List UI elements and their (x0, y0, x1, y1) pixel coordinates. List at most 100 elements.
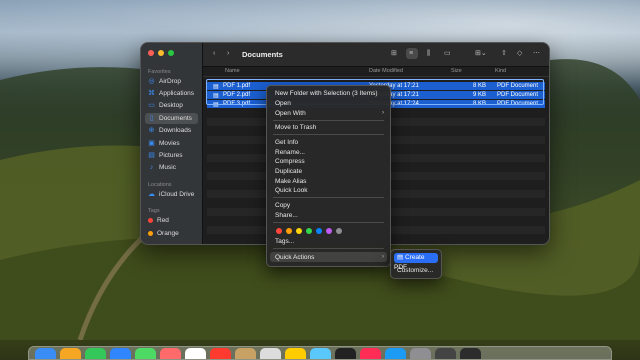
menu-separator (273, 134, 384, 135)
submenu-create-pdf[interactable]: ▤ Create PDF (394, 253, 438, 271)
dock-app-icon[interactable] (435, 348, 456, 359)
window-title: Documents (242, 50, 283, 59)
dock-app-icon[interactable] (410, 348, 431, 359)
sidebar-item-applications[interactable]: ⌘ Applications (145, 88, 198, 99)
menu-separator (273, 120, 384, 121)
sidebar-item-movies[interactable]: ▣ Movies (145, 138, 198, 149)
menu-open[interactable]: Open (275, 99, 291, 108)
airdrop-icon: ◎ (148, 78, 155, 85)
tag-color-picker (276, 228, 356, 234)
applications-icon: ⌘ (148, 90, 155, 97)
group-icon[interactable]: ⊞⌄ (475, 50, 487, 58)
sidebar-item-documents[interactable]: ▯ Documents (145, 113, 198, 124)
menu-separator (273, 248, 384, 249)
tag-icon[interactable]: ◇ (517, 50, 522, 58)
music-icon: ♪ (149, 164, 154, 171)
dock-app-icon[interactable] (235, 348, 256, 359)
menu-compress[interactable]: Compress (275, 157, 305, 166)
dock-app-icon[interactable] (85, 348, 106, 359)
dock-app-icon[interactable] (460, 348, 481, 359)
minimize-button[interactable] (158, 50, 164, 56)
tag-blue-dot[interactable] (316, 228, 322, 234)
menu-duplicate[interactable]: Duplicate (275, 167, 302, 176)
menu-quick-look[interactable]: Quick Look (275, 186, 308, 195)
desktop-icon: ▭ (148, 102, 155, 109)
close-button[interactable] (148, 50, 154, 56)
share-icon[interactable]: ⇧ (501, 50, 507, 58)
dock-app-icon[interactable] (310, 348, 331, 359)
submenu-chevron-icon: › (382, 254, 384, 260)
sidebar-item-airdrop[interactable]: ◎ AirDrop (145, 76, 198, 87)
column-date-modified[interactable]: Date Modified (369, 68, 403, 74)
dock-app-icon[interactable] (110, 348, 131, 359)
movies-icon: ▣ (148, 140, 155, 147)
column-name[interactable]: Name (225, 68, 240, 74)
sidebar-item-icloud-drive[interactable]: ☁ iCloud Drive (145, 189, 198, 200)
context-menu: New Folder with Selection (3 Items) Open… (266, 85, 391, 267)
menu-tags[interactable]: Tags... (275, 237, 294, 246)
menu-make-alias[interactable]: Make Alias (275, 177, 306, 186)
menu-copy[interactable]: Copy (275, 201, 290, 210)
dock (28, 346, 612, 360)
sidebar-item-pictures[interactable]: ▤ Pictures (145, 150, 198, 161)
tag-yellow-dot[interactable] (296, 228, 302, 234)
forward-arrow-icon[interactable]: › (227, 50, 229, 58)
pictures-icon: ▤ (148, 152, 155, 159)
list-view-icon: ≡ (409, 50, 414, 57)
document-icon: ▯ (149, 115, 154, 122)
column-kind[interactable]: Kind (495, 68, 506, 74)
menu-separator (273, 197, 384, 198)
menu-quick-actions[interactable]: Quick Actions (275, 253, 314, 262)
column-size[interactable]: Size (451, 68, 462, 74)
sidebar-section-tags: Tags (148, 208, 160, 214)
dock-app-icon[interactable] (335, 348, 356, 359)
tag-red-dot (148, 218, 153, 223)
dock-app-icon[interactable] (60, 348, 81, 359)
sidebar-item-downloads[interactable]: ⊕ Downloads (145, 125, 198, 136)
dock-app-icon[interactable] (135, 348, 156, 359)
sidebar-item-desktop[interactable]: ▭ Desktop (145, 100, 198, 111)
menu-move-to-trash[interactable]: Move to Trash (275, 123, 316, 132)
tag-orange-dot[interactable] (286, 228, 292, 234)
quick-actions-submenu: ▤ Create PDF Customize... (390, 249, 442, 279)
tag-orange-dot (148, 231, 153, 236)
window-controls (148, 50, 174, 56)
menu-separator (273, 222, 384, 223)
cloud-icon: ☁ (148, 191, 155, 198)
dock-app-icon[interactable] (210, 348, 231, 359)
dock-app-icon[interactable] (35, 348, 56, 359)
back-arrow-icon[interactable]: ‹ (213, 50, 215, 58)
column-view-icon[interactable]: ⫼ (427, 50, 430, 58)
tag-gray-dot[interactable] (336, 228, 342, 234)
more-actions-icon[interactable]: ⋯ (533, 50, 540, 58)
dock-app-icon[interactable] (385, 348, 406, 359)
finder-sidebar: Favorites ◎ AirDrop ⌘ Applications ▭ Deskto… (141, 43, 203, 244)
icon-view-icon[interactable]: ⊞ (391, 50, 397, 58)
dock-app-icon[interactable] (285, 348, 306, 359)
submenu-chevron-icon: › (382, 110, 384, 116)
download-icon: ⊕ (148, 127, 155, 134)
submenu-customize[interactable]: Customize... (394, 266, 438, 276)
menu-rename[interactable]: Rename... (275, 148, 305, 157)
sidebar-section-favorites: Favorites (148, 69, 171, 75)
dock-app-icon[interactable] (360, 348, 381, 359)
gallery-view-icon[interactable]: ▭ (444, 50, 451, 58)
sidebar-item-tag-orange[interactable]: Orange (145, 228, 198, 239)
tag-purple-dot[interactable] (326, 228, 332, 234)
dock-app-icon[interactable] (160, 348, 181, 359)
menu-new-folder-with-selection[interactable]: New Folder with Selection (3 Items) (275, 89, 378, 98)
menu-open-with[interactable]: Open With (275, 109, 306, 118)
finder-toolbar: ‹ › Documents ⊞ ≡ ⫼ ▭ ⊞⌄ ⇧ ◇ ⋯ ⌕ (203, 43, 549, 67)
tag-green-dot[interactable] (306, 228, 312, 234)
menu-share[interactable]: Share... (275, 211, 298, 220)
sidebar-item-music[interactable]: ♪ Music (145, 162, 198, 173)
dock-app-icon[interactable] (185, 348, 206, 359)
menu-get-info[interactable]: Get Info (275, 138, 298, 147)
dock-app-icon[interactable] (260, 348, 281, 359)
zoom-button[interactable] (168, 50, 174, 56)
sidebar-item-tag-red[interactable]: Red (145, 215, 198, 226)
pdf-file-icon: ▤ (397, 254, 404, 261)
sidebar-section-locations: Locations (148, 182, 172, 188)
column-header: Name Date Modified Size Kind (203, 66, 549, 77)
tag-red-dot[interactable] (276, 228, 282, 234)
